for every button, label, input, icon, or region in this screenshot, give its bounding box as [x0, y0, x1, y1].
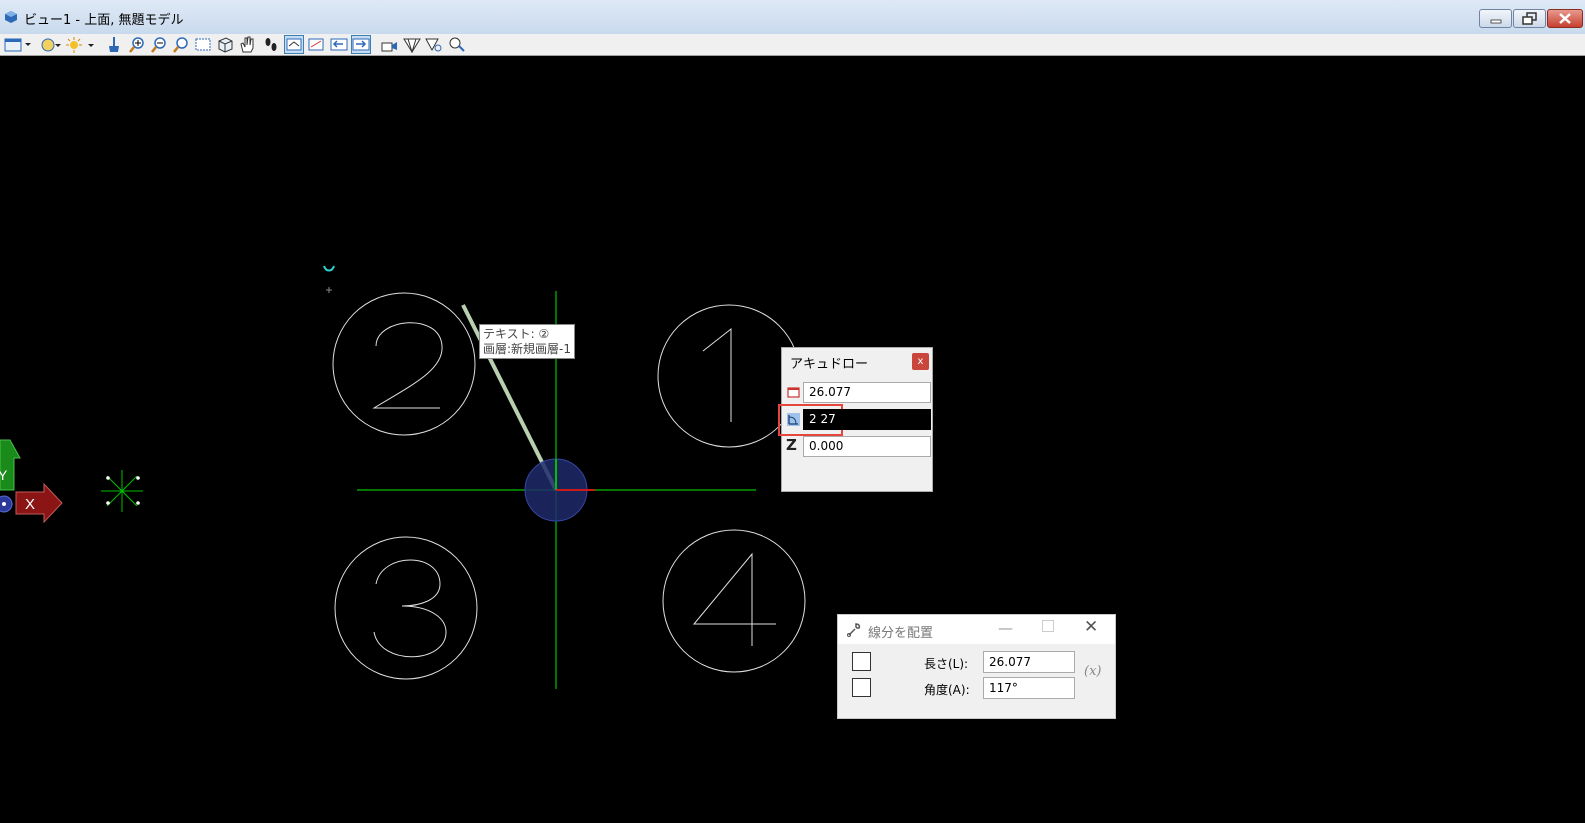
fit-view-icon[interactable] — [194, 36, 212, 53]
distance-field[interactable]: 26.077 — [803, 382, 931, 403]
expression-button[interactable]: (x) — [1084, 664, 1101, 679]
tooltip-line-1: テキスト: ② — [483, 327, 550, 341]
angle-lock-checkbox[interactable] — [852, 678, 871, 697]
view-attributes-icon[interactable] — [3, 36, 33, 53]
camera-icon[interactable] — [380, 36, 398, 53]
window-title: ビュー1 - 上面, 無題モデル — [24, 13, 184, 28]
fence-icon[interactable] — [403, 36, 421, 53]
tooltip-line-2: 画層:新規画層-1 — [483, 342, 572, 356]
accudraw-dialog: アキュドロー x 26.077 2 27 Z 0.000 — [778, 347, 933, 492]
place-line-title: 線分を配置 — [868, 626, 934, 641]
z-field[interactable]: 0.000 — [803, 436, 931, 457]
place-line-titlebar[interactable]: 線分を配置 — ✕ — [838, 615, 1115, 644]
circled-number-2[interactable] — [332, 292, 476, 436]
update-view-icon[interactable] — [105, 36, 123, 53]
x-axis-label: X — [25, 496, 35, 513]
restore-button[interactable] — [1513, 9, 1546, 28]
length-field[interactable]: 26.077 — [983, 651, 1075, 673]
z-lock-label[interactable]: Z — [786, 436, 797, 454]
place-line-dialog: 線分を配置 — ✕ 長さ(L): 26.077 (x) 角度(A): 117° — [837, 614, 1116, 719]
view-center-marker — [101, 470, 143, 512]
angle-lock-icon[interactable] — [787, 413, 800, 426]
minimize-icon — [1490, 19, 1502, 24]
view-next-icon[interactable] — [307, 36, 325, 53]
fence-mask-icon[interactable] — [448, 36, 466, 53]
accudraw-compass — [524, 458, 595, 522]
accudraw-close-button[interactable]: x — [912, 353, 929, 370]
window-titlebar[interactable]: ビュー1 - 上面, 無題モデル — [0, 0, 1585, 35]
angle-field[interactable]: 2 27 — [803, 409, 931, 430]
snap-cursor-icon — [323, 265, 335, 293]
zoom-out-icon[interactable] — [150, 36, 168, 53]
cube-icon — [5, 11, 17, 23]
clip-volume-icon[interactable] — [330, 36, 348, 53]
circled-number-3[interactable] — [334, 536, 478, 680]
microstation-view-window: ビュー1 - 上面, 無題モデル Y X テキスト: ② 画層:新規画層-1 ア… — [0, 0, 1585, 823]
close-button[interactable] — [1547, 9, 1583, 28]
lighting-icon[interactable] — [64, 36, 96, 53]
pan-view-icon[interactable] — [238, 36, 256, 53]
accudraw-title: アキュドロー — [790, 357, 869, 372]
view-previous-icon[interactable] — [284, 35, 304, 54]
length-lock-checkbox[interactable] — [852, 652, 871, 671]
wrench-icon — [847, 623, 861, 637]
length-label: 長さ(L): — [924, 657, 969, 671]
walk-icon[interactable] — [262, 36, 280, 53]
dialog-minimize-icon[interactable]: — — [998, 619, 1013, 637]
clip-mask-icon[interactable] — [351, 35, 371, 54]
fence-clip-icon[interactable] — [425, 36, 443, 53]
dialog-maximize-icon[interactable] — [1042, 620, 1054, 632]
rotate-view-icon[interactable] — [216, 36, 234, 53]
window-area-icon[interactable] — [172, 36, 190, 53]
display-style-icon[interactable] — [40, 36, 62, 53]
distance-lock-icon[interactable] — [787, 386, 800, 399]
element-info-tooltip: テキスト: ② 画層:新規画層-1 — [479, 324, 575, 359]
restore-icon — [1522, 12, 1537, 25]
view-toolbar — [0, 34, 1585, 56]
close-icon — [1559, 13, 1571, 24]
angle-field[interactable]: 117° — [983, 677, 1075, 699]
angle-label: 角度(A): — [924, 683, 970, 697]
circled-number-4[interactable] — [662, 529, 806, 673]
zoom-in-icon[interactable] — [128, 36, 146, 53]
y-axis-label: Y — [0, 467, 8, 483]
minimize-button[interactable] — [1479, 9, 1512, 28]
dialog-close-icon[interactable]: ✕ — [1084, 617, 1098, 637]
